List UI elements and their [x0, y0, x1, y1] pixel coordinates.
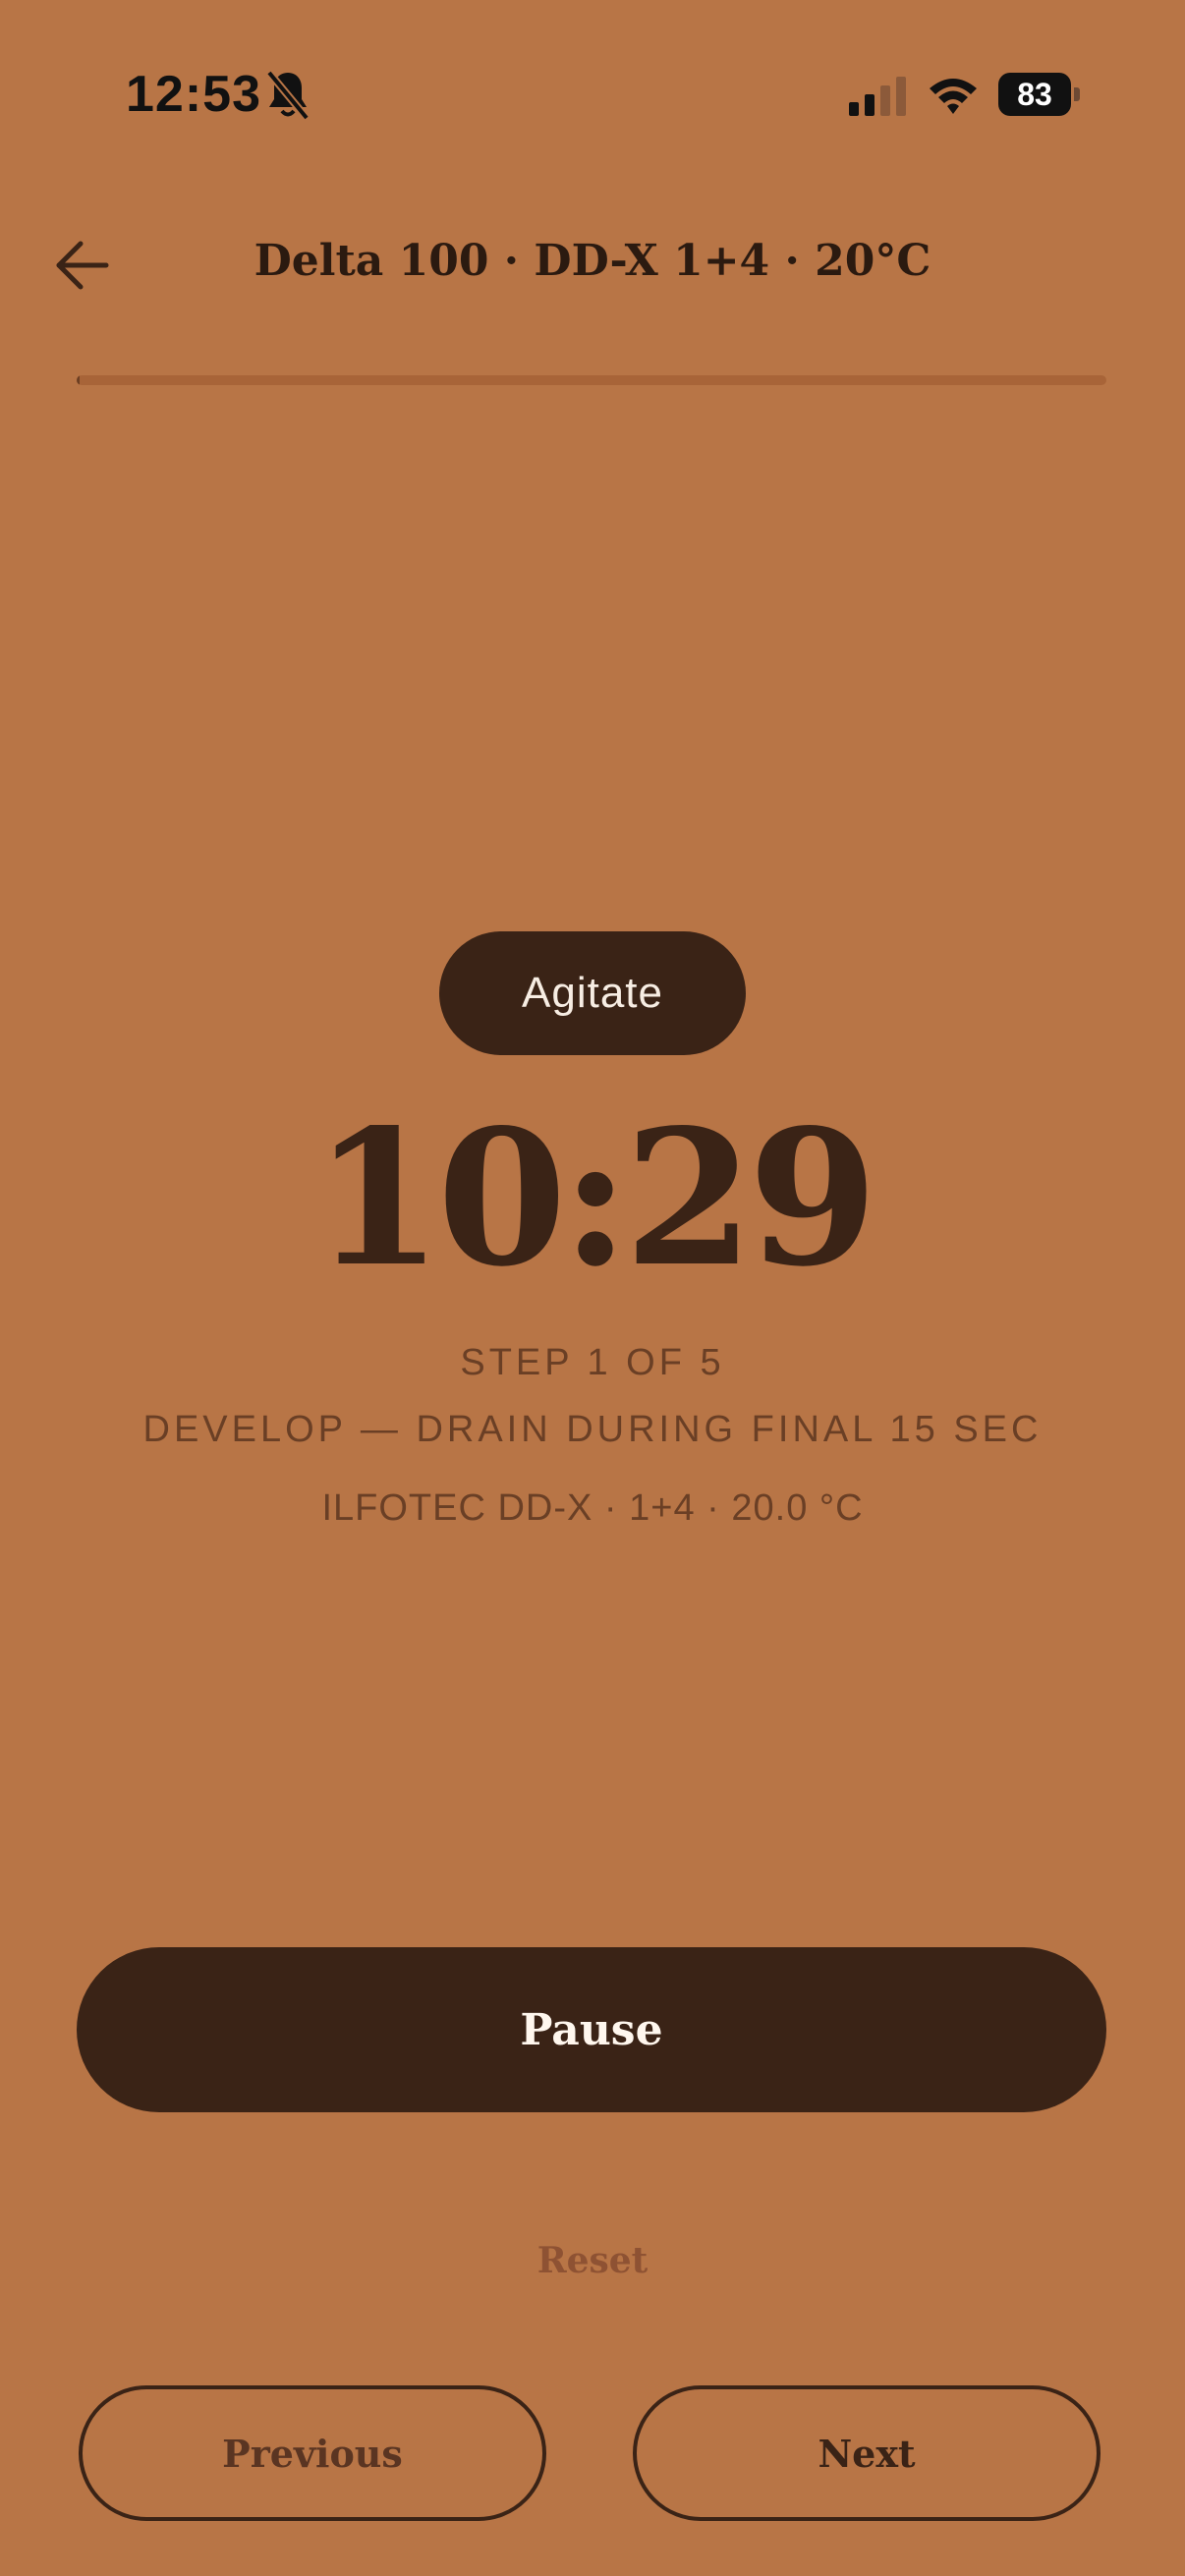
cellular-signal-icon: [849, 77, 906, 116]
step-name: DEVELOP — DRAIN DURING FINAL 15 SEC: [142, 1409, 1043, 1450]
next-button[interactable]: Next: [633, 2385, 1100, 2521]
reset-button[interactable]: Reset: [0, 2240, 1185, 2281]
wifi-icon: [930, 79, 977, 114]
step-counter: STEP 1 OF 5: [460, 1342, 725, 1383]
agitate-badge: Agitate: [439, 931, 746, 1055]
countdown-timer: 10:29: [312, 1089, 878, 1308]
status-time: 12:53: [126, 66, 261, 123]
page-title: Delta 100 · DD-X 1+4 · 20°C: [254, 236, 931, 286]
battery-level: 83: [998, 73, 1071, 116]
step-progress-bar: [77, 375, 1106, 385]
progress-fill: [77, 375, 81, 385]
previous-button[interactable]: Previous: [79, 2385, 546, 2521]
pause-button[interactable]: Pause: [77, 1947, 1106, 2112]
bell-slash-icon: [265, 70, 310, 121]
chemistry-info: ILFOTEC DD-X · 1+4 · 20.0 °C: [321, 1487, 864, 1529]
battery-icon: 83: [998, 73, 1081, 116]
